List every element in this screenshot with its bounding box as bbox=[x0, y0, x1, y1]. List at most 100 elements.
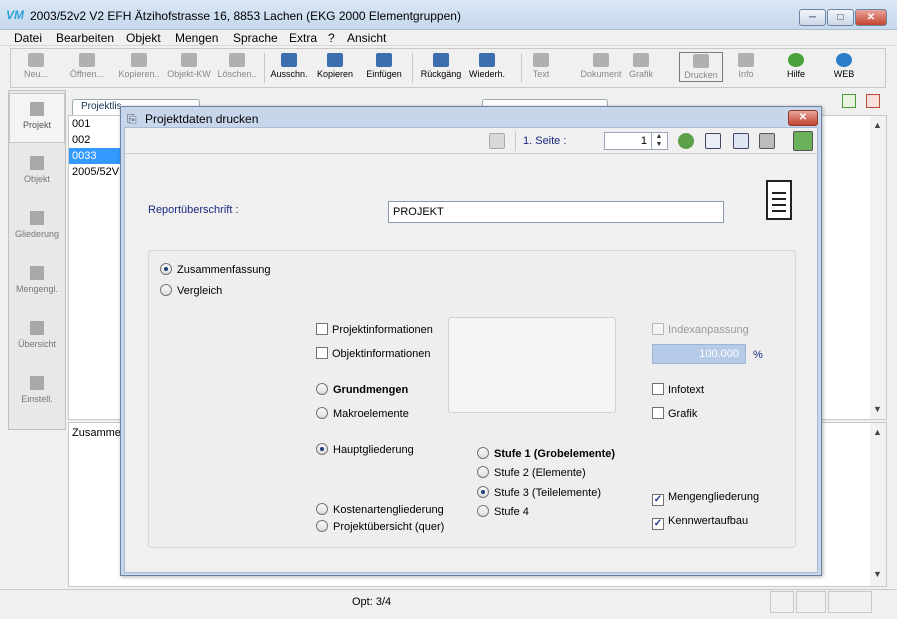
list-item[interactable]: 2005/52V bbox=[69, 164, 121, 180]
checkbox[interactable] bbox=[316, 347, 328, 359]
add-icon[interactable] bbox=[842, 94, 856, 108]
print-button[interactable]: Drucken bbox=[679, 52, 723, 82]
list-item[interactable]: 002 bbox=[69, 132, 121, 148]
redo-button[interactable]: Wiederh. bbox=[465, 53, 509, 79]
print-dialog: ⎘ Projektdaten drucken ✕ 1. Seite : 1 ▲ ▼… bbox=[120, 106, 822, 576]
remove-icon[interactable] bbox=[866, 94, 880, 108]
nav-objekt[interactable]: Objekt bbox=[9, 148, 65, 198]
checkbox[interactable] bbox=[652, 323, 664, 335]
index-input[interactable]: 100.000 bbox=[652, 344, 746, 364]
document-button[interactable]: Dokument bbox=[577, 53, 625, 79]
radio-stufe-1[interactable]: Stufe 1 (Grobelemente) bbox=[477, 447, 615, 460]
check-grafik[interactable]: Grafik bbox=[652, 407, 697, 420]
spin-up-icon[interactable]: ▲ bbox=[652, 133, 666, 141]
maximize-button[interactable]: □ bbox=[827, 9, 854, 26]
graphic-icon bbox=[633, 53, 649, 67]
radio-indicator[interactable] bbox=[160, 284, 172, 296]
radio-vergleich[interactable]: Vergleich bbox=[160, 284, 222, 297]
checkbox[interactable] bbox=[652, 407, 664, 419]
nav-einstellungen[interactable]: Einstell. bbox=[9, 368, 65, 418]
menu-sprache[interactable]: Sprache bbox=[233, 31, 278, 45]
text-button[interactable]: Text bbox=[525, 53, 557, 79]
close-button[interactable]: ✕ bbox=[855, 9, 887, 26]
checkbox[interactable] bbox=[316, 323, 328, 335]
paste-button[interactable]: Einfügen bbox=[362, 53, 406, 79]
help-icon bbox=[788, 53, 804, 67]
help-button[interactable]: Hilfe bbox=[781, 53, 811, 79]
radio-indicator[interactable] bbox=[477, 466, 489, 478]
menu-objekt[interactable]: Objekt bbox=[126, 31, 161, 45]
radio-indicator[interactable] bbox=[477, 447, 489, 459]
radio-hauptgliederung[interactable]: Hauptgliederung bbox=[316, 443, 414, 456]
checkbox[interactable] bbox=[652, 383, 664, 395]
printer-icon[interactable] bbox=[759, 133, 775, 149]
menu-extra[interactable]: Extra bbox=[289, 31, 317, 45]
scroll-up-icon[interactable]: ▲ bbox=[873, 120, 882, 130]
page-spinner[interactable]: ▲ ▼ bbox=[651, 133, 666, 149]
scrollbar[interactable]: ▲ ▼ bbox=[870, 116, 886, 419]
delete-button[interactable]: Löschen.. bbox=[213, 53, 261, 79]
check-mengengliederung[interactable]: ✓ Mengengliederung bbox=[652, 491, 759, 506]
download-icon[interactable] bbox=[678, 133, 694, 149]
radio-indicator[interactable] bbox=[316, 503, 328, 515]
new-button[interactable]: Neu... bbox=[13, 53, 59, 79]
radio-grundmengen[interactable]: Grundmengen bbox=[316, 383, 408, 396]
nav-gliederung[interactable]: Gliederung bbox=[9, 203, 65, 253]
scrollbar[interactable]: ▲ ▼ bbox=[870, 423, 886, 586]
radio-stufe-4[interactable]: Stufe 4 bbox=[477, 505, 529, 518]
exit-icon[interactable] bbox=[793, 131, 813, 151]
scroll-down-icon[interactable]: ▼ bbox=[873, 404, 882, 414]
radio-kostenartengliederung[interactable]: Kostenartengliederung bbox=[316, 503, 444, 516]
nav-mengengliederung[interactable]: Mengengl. bbox=[9, 258, 65, 308]
object-kw-button[interactable]: Objekt-KW bbox=[165, 53, 213, 79]
web-button[interactable]: WEB bbox=[827, 53, 861, 79]
menu-mengen[interactable]: Mengen bbox=[175, 31, 218, 45]
edit-icon[interactable] bbox=[489, 133, 505, 149]
radio-indicator[interactable] bbox=[316, 443, 328, 455]
checkmark-icon[interactable]: ✓ bbox=[652, 494, 664, 506]
radio-indicator[interactable] bbox=[160, 263, 172, 275]
check-indexanpassung[interactable]: Indexanpassung bbox=[652, 323, 749, 336]
graphic-button[interactable]: Grafik bbox=[625, 53, 657, 79]
info-icon bbox=[738, 53, 754, 67]
info-button[interactable]: Info bbox=[731, 53, 761, 79]
undo-button[interactable]: Rückgäng bbox=[417, 53, 465, 79]
dialog-close-button[interactable]: ✕ bbox=[788, 110, 818, 126]
scroll-down-icon[interactable]: ▼ bbox=[873, 569, 882, 579]
radio-indicator[interactable] bbox=[316, 520, 328, 532]
radio-indicator[interactable] bbox=[477, 505, 489, 517]
radio-indicator[interactable] bbox=[316, 407, 328, 419]
radio-projektuebersicht[interactable]: Projektübersicht (quer) bbox=[316, 520, 444, 533]
nav-uebersicht[interactable]: Übersicht bbox=[9, 313, 65, 363]
check-objektinformationen[interactable]: Objektinformationen bbox=[316, 347, 430, 360]
spin-down-icon[interactable]: ▼ bbox=[652, 141, 666, 149]
check-kennwertaufbau[interactable]: ✓ Kennwertaufbau bbox=[652, 515, 748, 530]
toolbar: Neu... Öffnen... Kopieren.. Objekt-KW Lö… bbox=[10, 48, 886, 88]
radio-indicator[interactable] bbox=[477, 486, 489, 498]
radio-stufe-3[interactable]: Stufe 3 (Teilelemente) bbox=[477, 486, 601, 499]
open-button[interactable]: Öffnen... bbox=[63, 53, 111, 79]
preview-icon[interactable] bbox=[733, 133, 749, 149]
menu-help[interactable]: ? bbox=[328, 31, 335, 45]
menu-datei[interactable]: Datei bbox=[14, 31, 42, 45]
report-heading-input[interactable]: PROJEKT bbox=[388, 201, 724, 223]
table-icon[interactable] bbox=[705, 133, 721, 149]
nav-projekt[interactable]: Projekt bbox=[9, 93, 65, 143]
page-label: 1. Seite : bbox=[523, 135, 567, 147]
list-item[interactable]: 001 bbox=[69, 116, 121, 132]
cut-button[interactable]: Ausschn. bbox=[267, 53, 311, 79]
menu-ansicht[interactable]: Ansicht bbox=[347, 31, 386, 45]
radio-makroelemente[interactable]: Makroelemente bbox=[316, 407, 409, 420]
check-infotext[interactable]: Infotext bbox=[652, 383, 704, 396]
menu-bearbeiten[interactable]: Bearbeiten bbox=[56, 31, 114, 45]
check-projektinformationen[interactable]: Projektinformationen bbox=[316, 323, 433, 336]
minimize-button[interactable]: ─ bbox=[799, 9, 826, 26]
radio-zusammenfassung[interactable]: Zusammenfassung bbox=[160, 263, 271, 276]
checkmark-icon[interactable]: ✓ bbox=[652, 518, 664, 530]
radio-indicator[interactable] bbox=[316, 383, 328, 395]
list-item[interactable]: 0033 bbox=[69, 148, 121, 164]
radio-stufe-2[interactable]: Stufe 2 (Elemente) bbox=[477, 466, 586, 479]
copy-button[interactable]: Kopieren bbox=[314, 53, 356, 79]
scroll-up-icon[interactable]: ▲ bbox=[873, 427, 882, 437]
copy-project-button[interactable]: Kopieren.. bbox=[115, 53, 163, 79]
